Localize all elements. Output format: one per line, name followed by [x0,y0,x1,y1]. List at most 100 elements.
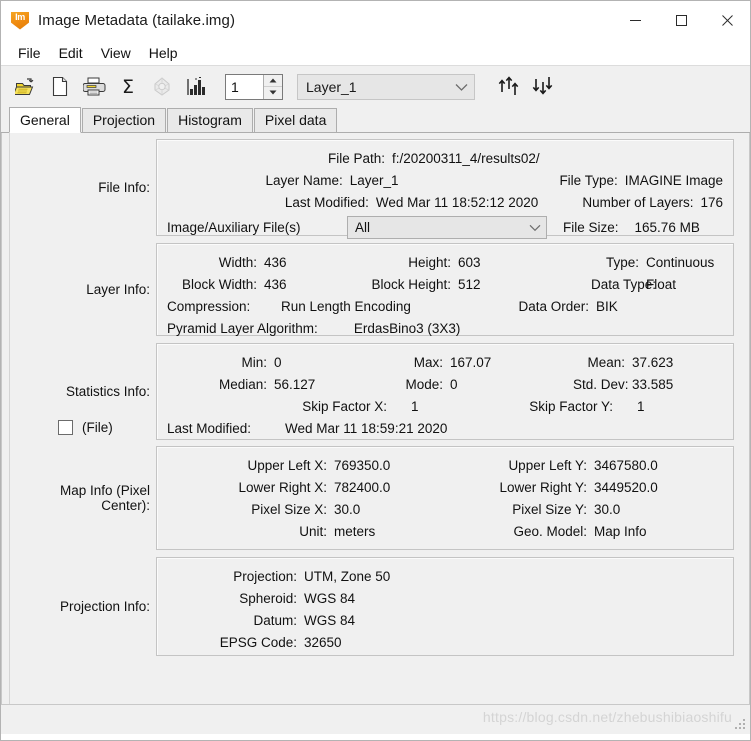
window-bottom-edge [1,734,750,740]
median-value: 56.127 [274,376,316,392]
move-layer-down-button[interactable] [527,70,561,104]
file-checkbox-label: (File) [82,419,113,435]
layer-name-label: Layer Name: [265,172,343,188]
unit-value: meters [334,523,376,539]
layer-select[interactable]: Layer_1 [297,73,475,100]
epsg-label: EPSG Code: [219,634,297,650]
geo-model-label: Geo. Model: [513,523,587,539]
window-controls [612,1,750,40]
toolbar-right-group [493,70,561,104]
file-path-value: f:/20200311_4/results02/ [392,150,540,166]
block-size-datatype-row: Block Width: 436 Block Height: 512 Data … [167,273,723,295]
block-width-value: 436 [264,276,287,292]
compute-statistics-button[interactable]: Σ [111,70,145,104]
type-value: Continuous [646,254,715,270]
caret-up-icon [269,78,277,83]
aux-files-select[interactable]: All [347,215,547,239]
block-width-label: Block Width: [181,276,257,292]
stats-last-modified-row: Last Modified: Wed Mar 11 18:59:21 2020 [167,417,723,439]
upper-left-x-label: Upper Left X: [247,457,327,473]
file-path-field: File Path: f:/20200311_4/results02/ [167,147,723,169]
height-label: Height: [408,254,451,270]
file-type-value: IMAGINE Image [624,172,723,188]
menu-edit[interactable]: Edit [50,42,92,64]
epsg-value: 32650 [304,634,342,650]
new-file-button[interactable] [43,70,77,104]
skip-factor-x-label: Skip Factor X: [302,398,387,414]
data-order-label: Data Order: [518,298,589,314]
spin-up-button[interactable] [264,75,282,87]
statistics-sigma-icon: Σ [122,76,134,97]
projection-row: Projection: UTM, Zone 50 [167,565,723,587]
resize-grip[interactable] [735,719,747,731]
skip-factor-row: Skip Factor X: 1 Skip Factor Y: 1 [167,395,723,417]
layer-number-input[interactable]: 1 [226,75,263,99]
unit-geomodel-row: Unit: meters Geo. Model: Map Info [167,520,723,542]
close-button[interactable] [704,1,750,40]
print-button[interactable] [77,70,111,104]
tab-pixel-data[interactable]: Pixel data [253,108,338,132]
median-label: Median: [218,376,267,392]
layer-name-and-type-row: Layer Name: Layer_1 File Type: IMAGINE I… [167,169,723,191]
map-info-label: Map Info (Pixel Center): [59,483,150,513]
maximize-icon [675,15,687,26]
tab-histogram[interactable]: Histogram [167,108,253,132]
watermark-text: https://blog.csdn.net/zhebushibiaoshifu [482,709,732,725]
mode-label: Mode: [405,376,443,392]
menu-view[interactable]: View [92,42,140,64]
spin-down-button[interactable] [264,87,282,99]
upper-left-x-value: 769350.0 [334,457,391,473]
layer-select-value: Layer_1 [306,78,357,95]
pixel-size-y-value: 30.0 [594,501,621,517]
layer-info-label: Layer Info: [86,282,150,297]
height-value: 603 [458,254,481,270]
pixel-size-y-label: Pixel Size Y: [512,501,587,517]
pixel-size-x-label: Pixel Size X: [251,501,327,517]
max-label: Max: [413,354,443,370]
number-of-layers-label: Number of Layers: [582,194,694,210]
pyramid-label: Pyramid Layer Algorithm: [167,320,318,336]
layer-info-row: Layer Info: Width: 436 Height: 603 Type:… [2,243,749,336]
tab-general[interactable]: General [9,107,81,133]
file-type-label: File Type: [559,172,618,188]
width-height-type-row: Width: 436 Height: 603 Type: Continuous [167,251,723,273]
lower-right-x-value: 782400.0 [334,479,391,495]
image-metadata-window: Im Image Metadata (tailake.img) File Edi… [0,0,751,741]
new-file-icon [52,76,67,97]
min-max-mean-row: Min: 0 Max: 167.07 Mean: 37.623 [167,351,723,373]
stats-last-modified-value: Wed Mar 11 18:59:21 2020 [285,420,448,436]
title-bar: Im Image Metadata (tailake.img) [1,1,750,40]
projection-info-label: Projection Info: [59,599,150,614]
open-file-button[interactable] [9,70,43,104]
menu-help[interactable]: Help [140,42,187,64]
statistics-info-panel: Min: 0 Max: 167.07 Mean: 37.623 Median: … [156,343,734,440]
min-label: Min: [241,354,267,370]
skip-factor-y-value: 1 [637,398,645,414]
upper-left-row: Upper Left X: 769350.0 Upper Left Y: 346… [167,454,723,476]
chevron-down-icon [455,79,468,95]
move-layer-up-button[interactable] [493,70,527,104]
file-info-label: File Info: [98,180,150,195]
skip-factor-y-label: Skip Factor Y: [529,398,613,414]
minimize-button[interactable] [612,1,658,40]
layer-number-spin-buttons[interactable] [263,74,282,99]
median-mode-stddev-row: Median: 56.127 Mode: 0 Std. Dev: 33.585 [167,373,723,395]
geo-model-value: Map Info [594,523,647,539]
data-type-value: Float [646,276,677,292]
mode-value: 0 [450,376,458,392]
compression-value: Run Length Encoding [281,298,411,314]
width-value: 436 [264,254,287,270]
mean-value: 37.623 [632,354,674,370]
unit-label: Unit: [299,523,327,539]
pyramid-layer-button[interactable] [145,70,179,104]
layer-number-stepper[interactable]: 1 [225,73,283,100]
upper-left-y-label: Upper Left Y: [508,457,587,473]
histogram-button[interactable] [179,70,213,104]
projection-info-panel: Projection: UTM, Zone 50 Spheroid: WGS 8… [156,557,734,656]
maximize-button[interactable] [658,1,704,40]
tab-projection[interactable]: Projection [81,108,167,132]
menu-file[interactable]: File [9,42,50,64]
move-layer-down-icon [532,76,553,95]
projection-label: Projection: [233,568,297,584]
file-checkbox[interactable] [58,419,73,435]
